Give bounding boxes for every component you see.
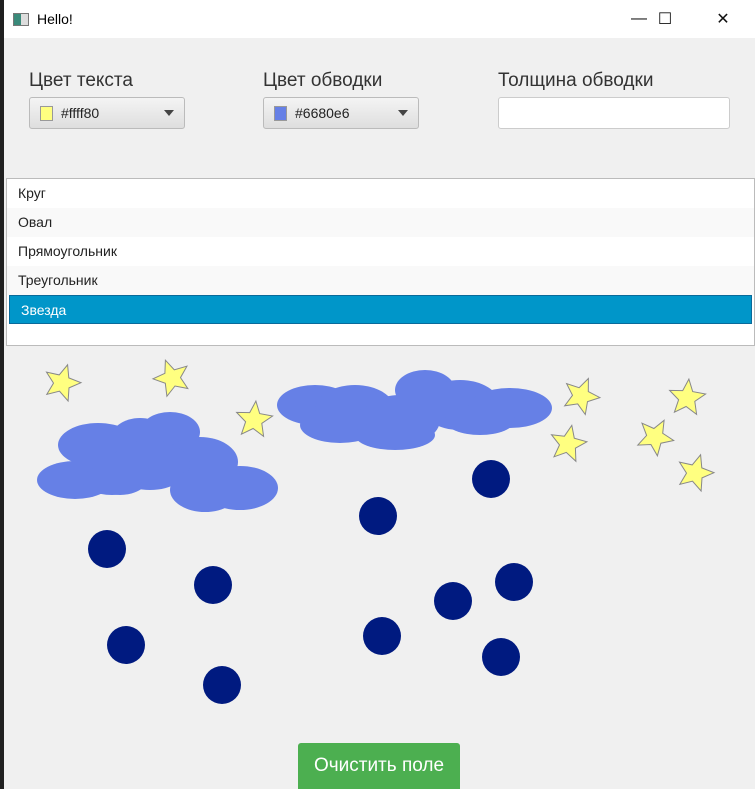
cloud-ellipse bbox=[445, 405, 515, 435]
stroke-color-value: #6680e6 bbox=[295, 105, 350, 121]
clear-canvas-button[interactable]: Очистить поле bbox=[298, 743, 460, 789]
circle-shape bbox=[88, 530, 126, 568]
window-title: Hello! bbox=[37, 11, 73, 27]
text-color-label: Цвет текста bbox=[29, 70, 133, 91]
app-window: Hello! — ☐ ✕ Цвет текста #ffff80 Цвет об… bbox=[4, 0, 755, 789]
list-item-star[interactable]: Звезда bbox=[9, 295, 752, 324]
circle-shape bbox=[359, 497, 397, 535]
star-shape bbox=[235, 399, 274, 438]
stroke-color-label: Цвет обводки bbox=[263, 70, 383, 91]
title-bar: Hello! — ☐ ✕ bbox=[4, 0, 755, 38]
color-swatch bbox=[274, 105, 287, 121]
dropdown-arrow-icon bbox=[398, 110, 408, 116]
circle-shape bbox=[495, 563, 533, 601]
circle-shape bbox=[203, 666, 241, 704]
dropdown-arrow-icon bbox=[164, 110, 174, 116]
list-item-oval[interactable]: Овал bbox=[7, 208, 754, 237]
list-item-circle[interactable]: Круг bbox=[7, 179, 754, 208]
cloud-ellipse bbox=[170, 468, 240, 512]
star-shape bbox=[668, 377, 707, 416]
stroke-width-label: Толщина обводки bbox=[498, 70, 654, 91]
color-swatch bbox=[40, 105, 53, 121]
stroke-width-input[interactable] bbox=[498, 97, 730, 129]
circle-shape bbox=[194, 566, 232, 604]
maximize-button[interactable]: ☐ bbox=[642, 0, 688, 38]
circle-shape bbox=[472, 460, 510, 498]
star-shape bbox=[151, 358, 189, 398]
cloud-ellipse bbox=[355, 420, 435, 450]
text-color-value: #ffff80 bbox=[61, 105, 100, 121]
drawing-canvas[interactable] bbox=[4, 347, 755, 789]
star-shape bbox=[678, 453, 716, 493]
close-button[interactable]: ✕ bbox=[700, 0, 746, 38]
shapes-list[interactable]: Круг Овал Прямоугольник Треугольник Звез… bbox=[6, 178, 755, 346]
star-shape bbox=[550, 424, 589, 463]
text-color-picker[interactable]: #ffff80 bbox=[29, 97, 185, 129]
star-shape bbox=[636, 419, 675, 458]
circle-shape bbox=[363, 617, 401, 655]
circle-shape bbox=[107, 626, 145, 664]
cloud-ellipse bbox=[82, 465, 142, 495]
star-shape bbox=[45, 363, 83, 403]
circle-shape bbox=[434, 582, 472, 620]
app-icon bbox=[13, 12, 29, 26]
circle-shape bbox=[482, 638, 520, 676]
stroke-color-picker[interactable]: #6680e6 bbox=[263, 97, 419, 129]
star-shape bbox=[563, 377, 602, 416]
list-item-triangle[interactable]: Треугольник bbox=[7, 266, 754, 295]
list-item-rectangle[interactable]: Прямоугольник bbox=[7, 237, 754, 266]
